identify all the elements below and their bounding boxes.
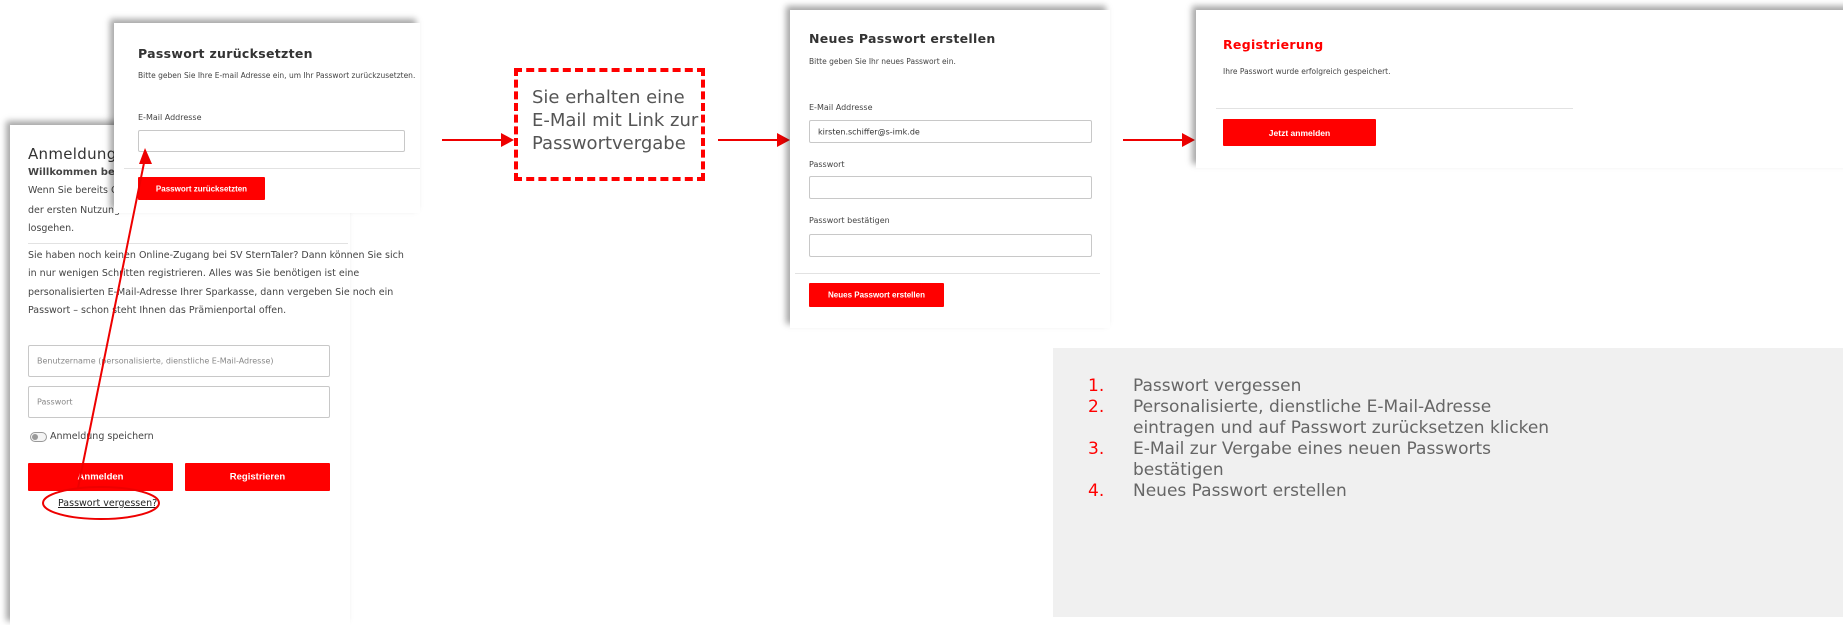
reset-subtitle: Bitte geben Sie Ihre E-mail Adresse ein,… bbox=[138, 71, 416, 80]
email-info-note: Sie erhalten eine E-Mail mit Link zur Pa… bbox=[514, 68, 705, 181]
step-number: 1. bbox=[1088, 376, 1105, 396]
step-text-cont: eintragen und auf Passwort zurücksetzen … bbox=[1133, 418, 1550, 438]
newpw-divider bbox=[795, 273, 1100, 274]
newpw-subtitle: Bitte geben Sie Ihr neues Passwort ein. bbox=[809, 57, 956, 66]
reset-title: Passwort zurücksetzten bbox=[138, 46, 313, 61]
flow-arrow-3 bbox=[1123, 133, 1195, 147]
newpw-title: Neues Passwort erstellen bbox=[809, 31, 996, 46]
flow-arrow-1 bbox=[442, 133, 514, 147]
registration-panel: Registrierung Ihre Passwort wurde erfolg… bbox=[1196, 10, 1843, 168]
note-line3: Passwortvergabe bbox=[532, 133, 686, 154]
newpw-email-input[interactable]: kirsten.schiffer@s-imk.de bbox=[809, 120, 1092, 143]
step-item: 2. Personalisierte, dienstliche E-Mail-Ad… bbox=[1085, 397, 1843, 439]
login-register-text-line4: Passwort – schon steht Ihnen das Prämien… bbox=[28, 305, 287, 316]
steps-box: 1. Passwort vergessen 2. Personalisierte, … bbox=[1053, 348, 1843, 617]
step-item: 4. Neues Passwort erstellen bbox=[1085, 481, 1843, 502]
reset-password-button[interactable]: Passwort zurücksetzten bbox=[138, 177, 265, 200]
forgot-password-link[interactable]: Passwort vergessen? bbox=[58, 498, 157, 509]
login-intro-line3: losgehen. bbox=[28, 223, 75, 234]
newpw-password-label: Passwort bbox=[809, 160, 845, 169]
login-button-label: Anmelden bbox=[77, 471, 124, 483]
step-text: Passwort vergessen bbox=[1133, 376, 1302, 396]
login-register-text-line1: Sie haben noch keinen Online-Zugang bei … bbox=[28, 250, 404, 261]
newpw-email-label: E-Mail Addresse bbox=[809, 103, 873, 112]
note-line1: Sie erhalten eine bbox=[532, 87, 685, 108]
step-text: Neues Passwort erstellen bbox=[1133, 481, 1347, 501]
remember-toggle[interactable] bbox=[30, 432, 47, 442]
flow-arrow-2 bbox=[718, 133, 790, 147]
reset-divider bbox=[124, 168, 420, 169]
login-register-text-line3: personalisierten E-Mail-Adresse Ihrer Sp… bbox=[28, 287, 394, 298]
toggle-knob bbox=[32, 434, 38, 440]
registration-divider bbox=[1216, 108, 1573, 109]
step-number: 4. bbox=[1088, 481, 1105, 501]
registration-title: Registrierung bbox=[1223, 37, 1324, 52]
reset-email-input[interactable] bbox=[138, 130, 405, 152]
reset-button-label: Passwort zurücksetzten bbox=[155, 184, 248, 193]
reset-panel: Passwort zurücksetzten Bitte geben Sie I… bbox=[114, 23, 420, 213]
password-placeholder: Passwort bbox=[37, 397, 73, 407]
step-number: 3. bbox=[1088, 439, 1105, 459]
steps-list: 1. Passwort vergessen 2. Personalisierte, … bbox=[1085, 376, 1843, 502]
password-input[interactable]: Passwort bbox=[28, 386, 330, 418]
step-text: Personalisierte, dienstliche E-Mail-Adre… bbox=[1133, 397, 1492, 417]
newpw-confirm-input[interactable] bbox=[809, 234, 1092, 257]
login-now-button[interactable]: Jetzt anmelden bbox=[1223, 119, 1376, 146]
login-now-button-label: Jetzt anmelden bbox=[1268, 127, 1331, 138]
reset-email-label: E-Mail Addresse bbox=[138, 113, 202, 122]
step-item: 1. Passwort vergessen bbox=[1085, 376, 1843, 397]
create-password-button[interactable]: Neues Passwort erstellen bbox=[809, 283, 944, 307]
login-divider bbox=[28, 243, 348, 244]
username-placeholder: Benutzername (personalisierte, dienstlic… bbox=[37, 356, 274, 366]
step-text-cont: bestätigen bbox=[1133, 460, 1224, 480]
step-number: 2. bbox=[1088, 397, 1105, 417]
step-item: 3. E-Mail zur Vergabe eines neuen Passwor… bbox=[1085, 439, 1843, 481]
login-title: Anmeldung bbox=[28, 145, 117, 163]
new-password-panel: Neues Passwort erstellen Bitte geben Sie… bbox=[790, 10, 1110, 328]
note-line2: E-Mail mit Link zur bbox=[532, 110, 699, 131]
step-text: E-Mail zur Vergabe eines neuen Passworts bbox=[1133, 439, 1491, 459]
registration-message: Ihre Passwort wurde erfolgreich gespeich… bbox=[1223, 67, 1391, 76]
register-button-label: Registrieren bbox=[229, 471, 286, 483]
login-register-text-line2: in nur wenigen Schritten registrieren. A… bbox=[28, 268, 360, 279]
create-password-button-label: Neues Passwort erstellen bbox=[828, 290, 925, 300]
remember-label: Anmeldung speichern bbox=[50, 431, 154, 442]
newpw-email-value: kirsten.schiffer@s-imk.de bbox=[818, 127, 920, 136]
login-button[interactable]: Anmelden bbox=[28, 463, 173, 491]
register-button[interactable]: Registrieren bbox=[185, 463, 330, 491]
newpw-confirm-label: Passwort bestätigen bbox=[809, 216, 890, 225]
username-input[interactable]: Benutzername (personalisierte, dienstlic… bbox=[28, 345, 330, 377]
newpw-password-input[interactable] bbox=[809, 176, 1092, 199]
